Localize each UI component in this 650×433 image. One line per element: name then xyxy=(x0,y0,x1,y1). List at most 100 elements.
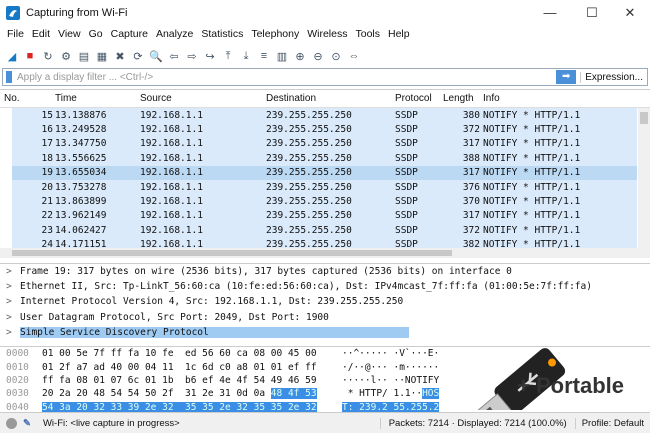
packet-row[interactable]: 16 13.249528 192.168.1.1 239.255.255.250 SSD… xyxy=(12,122,637,137)
hex-ascii[interactable]: ·/··@··· ·m······ xyxy=(342,362,439,373)
last-packet-icon[interactable]: ⤓ xyxy=(238,48,254,64)
column-time[interactable]: Time xyxy=(55,93,140,104)
detail-row[interactable]: > User Datagram Protocol, Src Port: 2049,… xyxy=(0,310,650,325)
window-title: Capturing from Wi-Fi xyxy=(26,7,128,19)
packet-row[interactable]: 17 13.347750 192.168.1.1 239.255.255.250 SSD… xyxy=(12,136,637,152)
cell-time: 13.753278 xyxy=(55,181,107,193)
cell-info: NOTIFY * HTTP/1.1 xyxy=(483,181,581,193)
zoom-out-icon[interactable]: ⊖ xyxy=(310,48,326,64)
expand-arrow-icon[interactable]: > xyxy=(6,312,20,323)
cell-protocol: SSDP xyxy=(395,210,418,222)
hex-ascii[interactable]: ··^····· ·V`···E· xyxy=(342,348,439,359)
menu-capture[interactable]: Capture xyxy=(110,28,155,40)
hex-ascii[interactable]: ·····l·· ··NOTIFY xyxy=(342,375,439,386)
cell-info: NOTIFY * HTTP/1.1 xyxy=(483,196,581,208)
stop-icon[interactable]: ■ xyxy=(22,48,38,64)
hex-bytes-plain: ff fa 08 01 07 6c 01 1b b6 ef 4e 4f 54 4… xyxy=(42,374,317,386)
menu-help[interactable]: Help xyxy=(387,28,417,40)
cell-destination: 239.255.255.250 xyxy=(266,167,352,179)
hex-bytes[interactable]: 20 2a 20 48 54 54 50 2f 31 2e 31 0d 0a 4… xyxy=(42,388,342,400)
expert-info-icon[interactable] xyxy=(6,417,17,429)
hex-offset: 0030 xyxy=(6,388,29,400)
cell-time: 13.347750 xyxy=(55,138,107,150)
expression-button[interactable]: Expression... xyxy=(580,71,647,83)
packet-list-vscroll[interactable] xyxy=(638,108,650,248)
detail-row[interactable]: > Frame 19: 317 bytes on wire (2536 bits)… xyxy=(0,264,650,279)
packet-row[interactable]: 18 13.556625 192.168.1.1 239.255.255.250 SSD… xyxy=(12,151,637,166)
cell-destination: 239.255.255.250 xyxy=(266,196,352,208)
hex-bytes[interactable]: 01 2f a7 ad 40 00 04 11 1c 6d c0 a8 01 0… xyxy=(42,362,342,373)
hex-ascii[interactable]: * HTTP/ 1.1··HOS xyxy=(342,388,440,400)
menu-analyze[interactable]: Analyze xyxy=(155,28,200,40)
cell-no: 22 xyxy=(41,210,53,222)
menu-go[interactable]: Go xyxy=(88,28,110,40)
first-packet-icon[interactable]: ⤒ xyxy=(220,48,236,64)
menu-view[interactable]: View xyxy=(57,28,88,40)
cell-protocol: SSDP xyxy=(395,124,418,136)
display-filter-bar[interactable]: Apply a display filter ... <Ctrl-/> ➡ Ex… xyxy=(2,68,648,86)
packet-row[interactable]: 22 13.962149 192.168.1.1 239.255.255.250 SSD… xyxy=(12,208,637,224)
hex-bytes[interactable]: ff fa 08 01 07 6c 01 1b b6 ef 4e 4f 54 4… xyxy=(42,375,342,386)
resize-columns-icon[interactable]: ⇔ xyxy=(346,48,362,64)
reload-icon[interactable]: ⟳ xyxy=(130,48,146,64)
apply-filter-button[interactable]: ➡ xyxy=(556,70,577,84)
cell-protocol: SSDP xyxy=(395,196,418,208)
packet-row[interactable]: 21 13.863899 192.168.1.1 239.255.255.250 SSD… xyxy=(12,194,637,209)
shark-fin-start-icon[interactable]: ◢ xyxy=(4,48,20,64)
find-icon[interactable]: 🔍 xyxy=(148,48,164,64)
expand-arrow-icon[interactable]: > xyxy=(6,296,20,307)
go-to-packet-icon[interactable]: ↪ xyxy=(202,48,218,64)
column-protocol[interactable]: Protocol xyxy=(395,93,443,104)
column-no[interactable]: No. xyxy=(0,93,55,104)
detail-row[interactable]: > Internet Protocol Version 4, Src: 192.1… xyxy=(0,294,650,309)
packet-row[interactable]: 20 13.753278 192.168.1.1 239.255.255.250 SSD… xyxy=(12,179,637,195)
expand-arrow-icon[interactable]: > xyxy=(6,281,20,292)
colorize-icon[interactable]: ▥ xyxy=(274,48,290,64)
menu-wireless[interactable]: Wireless xyxy=(306,28,354,40)
hex-offset: 0010 xyxy=(6,361,29,373)
profile-selector[interactable]: Profile: Default xyxy=(574,417,650,429)
minimize-button[interactable]: — xyxy=(530,0,570,26)
zoom-in-icon[interactable]: ⊕ xyxy=(292,48,308,64)
cell-no: 18 xyxy=(41,152,53,164)
menu-edit[interactable]: Edit xyxy=(31,28,57,40)
save-icon[interactable]: ▦ xyxy=(94,48,110,64)
packet-list-hscroll[interactable] xyxy=(0,248,650,258)
column-source[interactable]: Source xyxy=(140,93,266,104)
expand-arrow-icon[interactable]: > xyxy=(6,327,20,338)
maximize-button[interactable]: ☐ xyxy=(572,0,612,26)
column-info[interactable]: Info xyxy=(483,93,650,104)
capture-comment-icon[interactable]: ✎ xyxy=(23,418,31,429)
menu-statistics[interactable]: Statistics xyxy=(200,28,250,40)
hex-bytes-plain: 01 00 5e 7f ff fa 10 fe ed 56 60 ca 08 0… xyxy=(42,348,317,360)
cell-info: NOTIFY * HTTP/1.1 xyxy=(483,224,581,236)
column-length[interactable]: Length xyxy=(443,93,483,104)
close-file-icon[interactable]: ✖ xyxy=(112,48,128,64)
cell-info: NOTIFY * HTTP/1.1 xyxy=(483,109,581,121)
options-icon[interactable]: ⚙ xyxy=(58,48,74,64)
ascii-plain: * HTTP/ 1.1·· xyxy=(342,388,423,400)
packet-row[interactable]: 15 13.138876 192.168.1.1 239.255.255.250 SSD… xyxy=(12,108,637,123)
packet-row[interactable]: 19 13.655034 192.168.1.1 239.255.255.250 SSD… xyxy=(12,165,637,180)
cell-time: 14.062427 xyxy=(55,224,107,236)
autoscroll-icon[interactable]: ≡ xyxy=(256,48,272,64)
normal-size-icon[interactable]: ⊙ xyxy=(328,48,344,64)
column-destination[interactable]: Destination xyxy=(266,93,395,104)
menu-tools[interactable]: Tools xyxy=(354,28,387,40)
detail-row[interactable]: > Ethernet II, Src: Tp-LinkT_56:60:ca (10… xyxy=(0,279,650,294)
expand-arrow-icon[interactable]: > xyxy=(6,266,20,277)
back-icon[interactable]: ⇦ xyxy=(166,48,182,64)
forward-icon[interactable]: ⇨ xyxy=(184,48,200,64)
menu-telephony[interactable]: Telephony xyxy=(250,28,306,40)
hex-bytes[interactable]: 01 00 5e 7f ff fa 10 fe ed 56 60 ca 08 0… xyxy=(42,348,342,359)
bookmark-icon[interactable] xyxy=(6,71,12,83)
close-button[interactable]: ✕ xyxy=(610,0,650,26)
cell-length: 388 xyxy=(462,152,480,164)
cell-source: 192.168.1.1 xyxy=(140,124,203,136)
display-filter-input[interactable]: Apply a display filter ... <Ctrl-/> xyxy=(17,72,556,83)
restart-icon[interactable]: ↻ xyxy=(40,48,56,64)
open-icon[interactable]: ▤ xyxy=(76,48,92,64)
packet-row[interactable]: 23 14.062427 192.168.1.1 239.255.255.250 SSD… xyxy=(12,223,637,238)
cell-info: NOTIFY * HTTP/1.1 xyxy=(483,210,581,222)
menu-file[interactable]: File xyxy=(6,28,31,40)
